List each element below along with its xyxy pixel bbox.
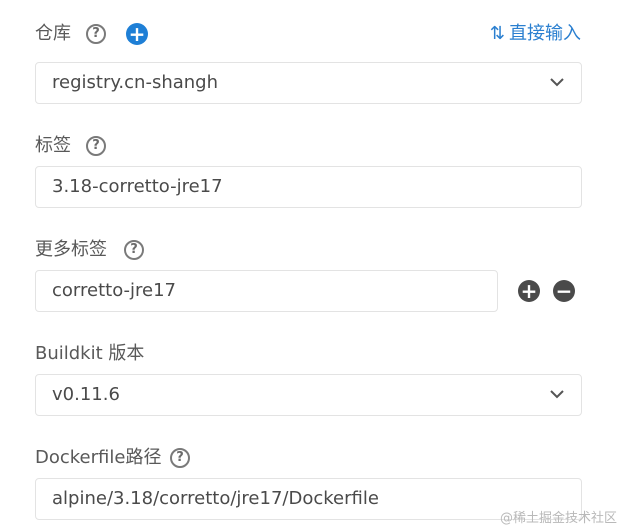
tag-help-icon[interactable]: ? [86,136,106,156]
swap-icon: ⇅ [489,23,505,44]
repository-label: 仓库 [35,23,71,44]
watermark: @稀土掘金技术社区 [499,511,617,526]
direct-input-link[interactable]: ⇅ 直接输入 [490,22,581,46]
buildkit-label: Buildkit 版本 [35,343,145,364]
tag-input[interactable]: 3.18-corretto-jre17 [35,166,582,208]
dockerfile-value: alpine/3.18/corretto/jre17/Dockerfile [52,488,379,509]
redacted-overlay [236,71,326,95]
more-tags-value: corretto-jre17 [52,280,177,301]
remove-tag-icon[interactable]: − [553,280,575,302]
tag-value: 3.18-corretto-jre17 [52,176,223,197]
chevron-down-icon [550,390,564,399]
direct-input-label: 直接输入 [509,23,581,44]
tag-label: 标签 [35,135,71,156]
buildkit-select[interactable]: v0.11.6 [35,374,582,416]
more-tags-input[interactable]: corretto-jre17 [35,270,498,312]
buildkit-value: v0.11.6 [52,384,120,405]
repository-select[interactable]: registry.cn-shangh [35,62,582,104]
add-repository-icon[interactable]: + [126,23,148,45]
repository-value: registry.cn-shangh [52,72,219,93]
more-tags-help-icon[interactable]: ? [124,240,144,260]
repository-help-icon[interactable]: ? [86,24,106,44]
dockerfile-help-icon[interactable]: ? [170,448,190,468]
add-tag-icon[interactable]: + [518,280,540,302]
dockerfile-label: Dockerfile路径 [35,447,162,468]
chevron-down-icon [550,78,564,87]
more-tags-label: 更多标签 [35,239,107,260]
